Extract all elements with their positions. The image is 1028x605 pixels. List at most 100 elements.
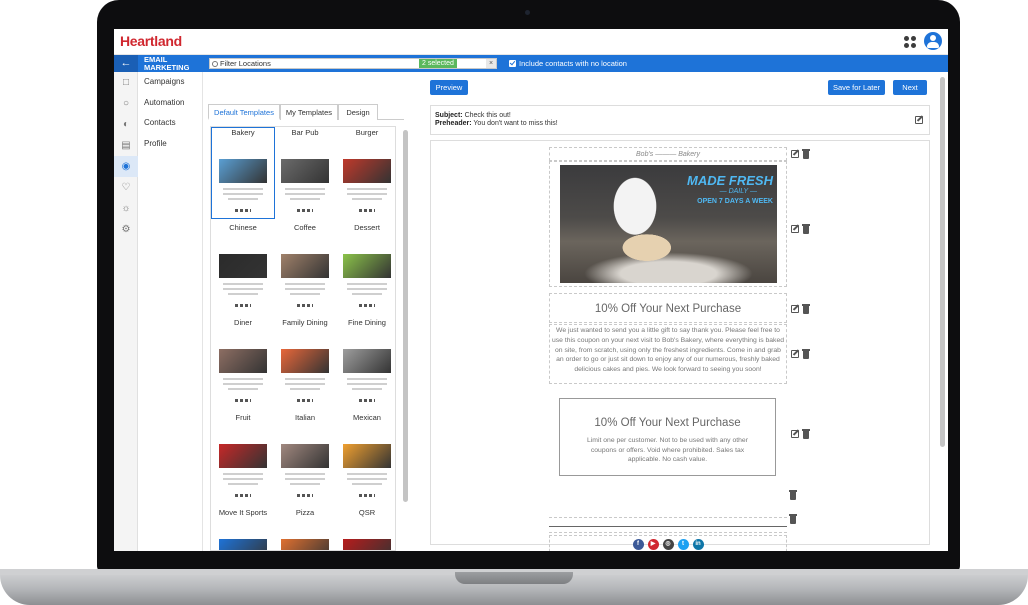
- thumbnail-dots: [235, 494, 251, 497]
- delete-coupon-icon[interactable]: [802, 429, 810, 439]
- submenu-item-contacts[interactable]: Contacts: [138, 113, 202, 134]
- linkedin-icon[interactable]: in: [692, 539, 704, 550]
- heartland-logo[interactable]: Heartland: [120, 33, 182, 49]
- thumbnail-image: [343, 254, 391, 278]
- thumbnail-image: [281, 444, 329, 468]
- template-card-diner[interactable]: Diner: [211, 317, 275, 412]
- template-card-bakery[interactable]: Bakery: [211, 127, 275, 222]
- coupon-block[interactable]: 10% Off Your Next Purchase Limit one per…: [549, 390, 787, 483]
- hero-image-block[interactable]: MADE FRESH — DAILY — OPEN 7 DAYS A WEEK: [549, 161, 787, 287]
- contact-card-icon[interactable]: ▤: [114, 135, 138, 156]
- delete-body-icon[interactable]: [802, 349, 810, 359]
- template-name: Fine Dining: [348, 318, 386, 327]
- gauge-icon[interactable]: ◐: [114, 114, 138, 135]
- thumbnail-dots: [359, 399, 375, 402]
- subject-preheader-box[interactable]: Subject: Check this out! Preheader: You …: [430, 105, 930, 135]
- thumbnail-dots: [297, 399, 313, 402]
- thumbnail-line: [223, 473, 263, 475]
- chart-icon[interactable]: □: [114, 72, 138, 93]
- thumbnail-line: [347, 193, 387, 195]
- template-card-move-it-sports[interactable]: Move It Sports: [211, 507, 275, 550]
- save-for-later-button[interactable]: Save for Later: [828, 80, 885, 95]
- delete-social-icon[interactable]: [789, 514, 797, 524]
- tab-my-templates[interactable]: My Templates: [280, 104, 338, 120]
- template-name: Fruit: [235, 413, 251, 422]
- template-name: Bar Pub: [291, 128, 319, 137]
- template-thumbnail: [281, 246, 329, 310]
- next-button[interactable]: Next: [893, 80, 927, 95]
- template-card-qsr[interactable]: QSR: [335, 507, 395, 550]
- main-scrollbar[interactable]: [940, 77, 945, 447]
- preheader-value: You don't want to miss this!: [473, 120, 558, 127]
- template-card-dessert[interactable]: Dessert: [335, 222, 395, 317]
- delete-header-icon[interactable]: [802, 149, 810, 159]
- selected-count-badge[interactable]: 2 selected: [419, 59, 457, 68]
- edit-offer-title-icon[interactable]: [791, 305, 799, 313]
- template-card-family-dining[interactable]: Family Dining: [273, 317, 337, 412]
- template-card-burger[interactable]: Burger: [335, 127, 395, 222]
- edit-header-icon[interactable]: [791, 150, 799, 158]
- body-text-block[interactable]: We just wanted to send you a little gift…: [549, 324, 787, 384]
- divider-block[interactable]: [549, 517, 787, 533]
- template-card-bar-pub[interactable]: Bar Pub: [273, 127, 337, 222]
- tab-default-templates[interactable]: Default Templates: [208, 104, 280, 120]
- baker-figure: [600, 165, 670, 240]
- users-icon[interactable]: ◉: [114, 156, 138, 177]
- thumbnail-line: [228, 388, 258, 390]
- settings-icon[interactable]: ⚙: [114, 219, 138, 240]
- twitter-icon[interactable]: t: [677, 539, 689, 550]
- thumbnail-line: [290, 293, 320, 295]
- template-card-italian[interactable]: Italian: [273, 412, 337, 507]
- thumbnail-image: [219, 159, 267, 183]
- submenu-item-campaigns[interactable]: Campaigns: [138, 72, 202, 93]
- social-block[interactable]: f ▶ ◎ t in: [549, 535, 787, 551]
- email-header-block[interactable]: Bob's ——— Bakery: [549, 147, 787, 161]
- coupon-terms: Limit one per customer. Not to be used w…: [587, 437, 748, 463]
- template-card-mexican[interactable]: Mexican: [335, 412, 395, 507]
- template-card-chinese[interactable]: Chinese: [211, 222, 275, 317]
- side-nav: □ ○ ◐ ▤ ◉ ♡ ☼ ⚙: [114, 72, 138, 551]
- coupon-box: 10% Off Your Next Purchase Limit one per…: [559, 398, 776, 476]
- thumbnail-line: [352, 483, 382, 485]
- include-no-location-checkbox[interactable]: [509, 60, 516, 67]
- heart-icon[interactable]: ♡: [114, 177, 138, 198]
- thumbnail-image: [281, 254, 329, 278]
- thumbnail-dots: [235, 304, 251, 307]
- edit-coupon-icon[interactable]: [791, 430, 799, 438]
- edit-hero-icon[interactable]: [791, 225, 799, 233]
- apps-grid-icon[interactable]: [904, 36, 916, 48]
- thumbnail-line: [223, 378, 263, 380]
- thumbnail-image: [219, 444, 267, 468]
- delete-divider-icon[interactable]: [789, 490, 797, 500]
- thumbnail-image: [219, 254, 267, 278]
- bell-icon[interactable]: ○: [114, 93, 138, 114]
- youtube-icon[interactable]: ▶: [647, 539, 659, 550]
- template-card-fine-dining[interactable]: Fine Dining: [335, 317, 395, 412]
- submenu-item-profile[interactable]: Profile: [138, 134, 202, 155]
- thumbnail-dots: [359, 304, 375, 307]
- user-avatar-icon[interactable]: [924, 32, 942, 50]
- template-card-fruit[interactable]: Fruit: [211, 412, 275, 507]
- preview-button[interactable]: Preview: [430, 80, 468, 95]
- thumbnail-dots: [235, 399, 251, 402]
- template-card-coffee[interactable]: Coffee: [273, 222, 337, 317]
- instagram-icon[interactable]: ◎: [662, 539, 674, 550]
- delete-hero-icon[interactable]: [802, 224, 810, 234]
- lightbulb-icon[interactable]: ☼: [114, 198, 138, 219]
- submenu-item-automation[interactable]: Automation: [138, 93, 202, 114]
- delete-offer-title-icon[interactable]: [802, 304, 810, 314]
- offer-title-block[interactable]: 10% Off Your Next Purchase: [549, 293, 787, 323]
- template-scrollbar[interactable]: [403, 130, 408, 502]
- thumbnail-line: [352, 198, 382, 200]
- tab-design[interactable]: Design: [338, 104, 378, 120]
- template-card-pizza[interactable]: Pizza: [273, 507, 337, 550]
- thumbnail-image: [219, 349, 267, 373]
- back-arrow-icon[interactable]: ←: [114, 55, 138, 72]
- template-name: Pizza: [295, 508, 315, 517]
- clear-filter-button[interactable]: ×: [486, 59, 496, 68]
- edit-subject-icon[interactable]: [915, 116, 923, 124]
- facebook-icon[interactable]: f: [632, 539, 644, 550]
- hero-image: MADE FRESH — DAILY — OPEN 7 DAYS A WEEK: [560, 165, 777, 283]
- template-thumbnail: [281, 436, 329, 500]
- edit-body-icon[interactable]: [791, 350, 799, 358]
